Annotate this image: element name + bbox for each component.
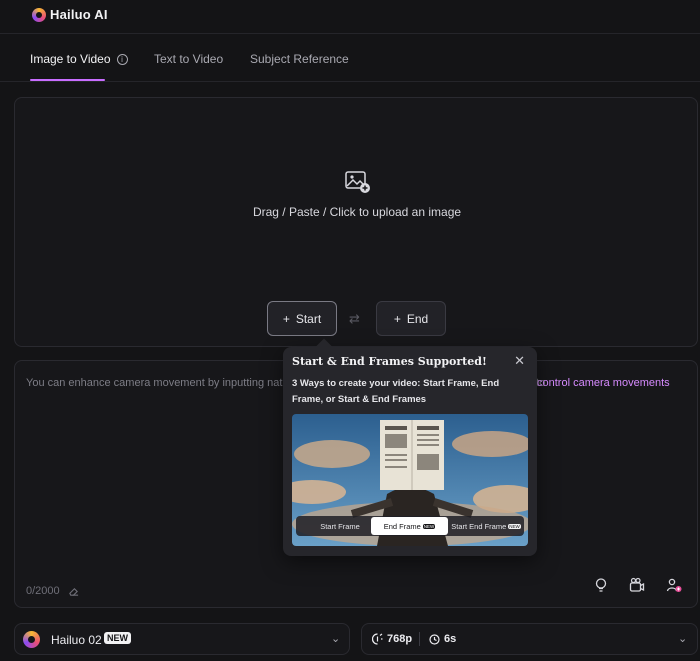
popover-preview-image: Start Frame End Frame NEW Start End Fram…	[292, 414, 528, 546]
camera-movement-link[interactable]: control camera movements	[537, 377, 670, 389]
prompt-placeholder: You can enhance camera movement by input…	[26, 377, 289, 389]
end-frame-button[interactable]: + End	[376, 301, 446, 336]
add-image-icon	[345, 171, 370, 193]
character-counter: 0/2000	[26, 585, 79, 597]
top-bar: Hailuo AI	[0, 0, 700, 34]
resolution-icon	[372, 633, 383, 645]
new-badge: NEW	[104, 632, 131, 644]
mode-tabs: Image to Video i Text to Video Subject Re…	[0, 35, 700, 82]
settings-divider	[419, 632, 420, 646]
close-icon[interactable]: ✕	[514, 353, 525, 369]
segment-end-frame[interactable]: End Frame NEW	[371, 517, 448, 535]
segment-label: Start End Frame	[451, 521, 507, 531]
plus-icon: +	[393, 311, 401, 326]
popover-title: Start & End Frames Supported!	[292, 355, 487, 368]
popover-description: 3 Ways to create your video: Start Frame…	[292, 378, 500, 405]
duration-value: 6s	[444, 633, 457, 645]
hailuo-model-icon	[23, 631, 40, 648]
resolution-value: 768p	[387, 633, 413, 645]
chevron-down-icon: ⌄	[331, 633, 341, 645]
new-badge: NEW	[508, 523, 521, 529]
tab-subject-reference[interactable]: Subject Reference	[250, 52, 349, 66]
model-name: Hailuo 02	[51, 633, 102, 647]
chevron-down-icon: ⌄	[678, 633, 688, 645]
plus-icon: +	[282, 311, 290, 326]
model-selector[interactable]: Hailuo 02 NEW ⌄	[14, 623, 350, 655]
end-label: End	[406, 311, 429, 326]
frames-tooltip-popover: Start & End Frames Supported! ✕ 3 Ways t…	[283, 347, 537, 556]
hailuo-logo-icon	[32, 7, 46, 22]
counter-text: 0/2000	[26, 585, 60, 597]
tab-image-to-video[interactable]: Image to Video i	[30, 52, 128, 66]
video-settings-selector[interactable]: 768p 6s ⌄	[361, 623, 698, 655]
eraser-icon[interactable]	[68, 586, 79, 597]
segment-start-end-frame[interactable]: Start End Frame NEW	[448, 516, 524, 536]
logo-text: Hailuo AI	[50, 7, 108, 22]
new-badge: NEW	[422, 523, 436, 529]
frame-mode-segmented-control: Start Frame End Frame NEW Start End Fram…	[296, 516, 524, 536]
start-frame-button[interactable]: + Start	[267, 301, 337, 336]
upload-instructions: Drag / Paste / Click to upload an image	[252, 205, 462, 219]
image-upload-area[interactable]: Drag / Paste / Click to upload an image …	[14, 97, 698, 347]
tab-text-to-video[interactable]: Text to Video	[154, 52, 223, 66]
duration-setting: 6s	[429, 633, 456, 645]
active-tab-indicator	[30, 79, 105, 81]
info-icon[interactable]: i	[116, 54, 128, 65]
segment-label: Start Frame	[320, 521, 360, 531]
segment-label: End Frame	[383, 521, 421, 531]
start-label: Start	[295, 311, 322, 326]
lightbulb-icon[interactable]	[593, 577, 609, 593]
subject-image-icon[interactable]	[666, 577, 682, 593]
resolution-setting: 768p	[372, 633, 412, 645]
app-logo[interactable]: Hailuo AI	[32, 7, 108, 22]
clock-icon	[429, 633, 440, 645]
tab-label: Image to Video	[30, 52, 111, 66]
camera-movement-icon[interactable]	[629, 577, 645, 593]
swap-frames-icon[interactable]: ⇄	[349, 311, 360, 327]
